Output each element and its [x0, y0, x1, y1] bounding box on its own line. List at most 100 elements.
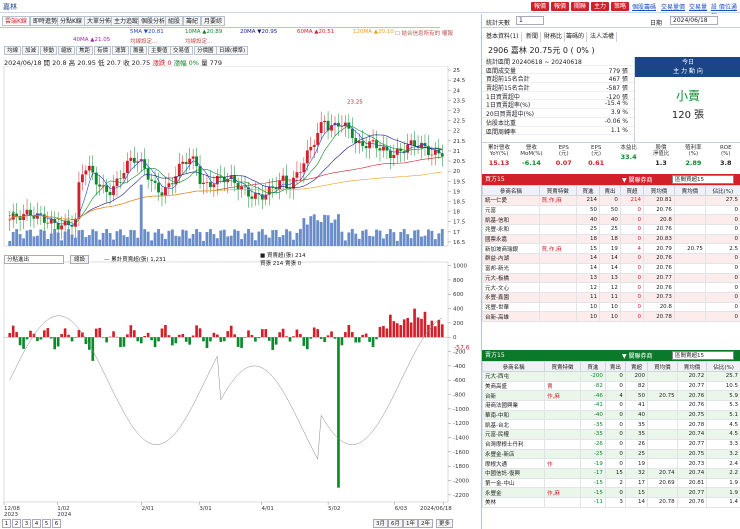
table-row[interactable]: 元富 50 50 0 20.76 0: [482, 204, 740, 216]
top-link-2[interactable]: 交易量價: [661, 2, 685, 11]
range-more[interactable]: 更多: [436, 519, 454, 528]
volume-bar: [150, 240, 154, 246]
table-row[interactable]: 統一仁愛 買,作,麻 214 0 214 20.81 27.5: [482, 195, 740, 206]
tool-zoom[interactable]: 縮放: [58, 46, 76, 55]
tab-main-force[interactable]: 主力追蹤: [111, 16, 142, 26]
column-header[interactable]: 參商名稱: [481, 361, 546, 372]
table-row[interactable]: 新加坡商瑞銀 買,作,麻 15 19 4 20.79 20.75 2.5: [482, 243, 740, 255]
table-row[interactable]: 元大-西屯 -200 0 200 20.72 25.7: [481, 371, 740, 382]
stat-days-select[interactable]: 1: [516, 16, 544, 25]
table-row[interactable]: 台灣摩根士丹利 -26 0 26 20.77 3.3: [481, 438, 740, 450]
page-4[interactable]: 4: [32, 519, 41, 528]
column-header[interactable]: 買進: [575, 185, 601, 196]
date-input[interactable]: 2024/06/18: [670, 16, 718, 25]
tool-focus[interactable]: 焦距: [76, 46, 94, 55]
tool-chip[interactable]: 籌量: [130, 46, 148, 55]
top-button-3[interactable]: 關聯: [571, 2, 590, 11]
table-row[interactable]: 港商法國興業 -41 0 41 20.76 5.3: [481, 400, 740, 411]
column-header[interactable]: 買均價: [643, 185, 675, 196]
page-2[interactable]: 2: [12, 519, 21, 528]
page-5[interactable]: 5: [42, 519, 51, 528]
tool-calc[interactable]: 運算: [112, 46, 130, 55]
tool-trade-value[interactable]: 交易值: [170, 46, 193, 55]
range-1y[interactable]: 1年: [403, 519, 418, 528]
column-header[interactable]: 賣出: [599, 185, 621, 196]
column-header[interactable]: 佔比(%): [706, 361, 740, 372]
table-row[interactable]: 永豐金 作,麻 -15 0 15 20.77 1.9: [481, 487, 740, 498]
top-button-1[interactable]: 報價: [531, 2, 550, 11]
top-link-3[interactable]: 交易量: [689, 2, 707, 11]
tab-chips[interactable]: 籌碼的: [564, 32, 588, 42]
tool-main-value[interactable]: 主要值: [148, 46, 171, 55]
table-row[interactable]: 群益-內湖 14 14 0 20.76 0: [482, 253, 740, 264]
table-cell: 0: [619, 253, 645, 264]
page-6[interactable]: 6: [52, 519, 61, 528]
table-row[interactable]: 永豐-鑫園 11 11 0 20.73 0: [482, 291, 740, 303]
tab-realtime[interactable]: 即時進勢: [30, 16, 61, 26]
table-row[interactable]: 美商高盛賣 -82 0 82 20.77 10.5: [481, 380, 740, 392]
indicator-select[interactable]: 分點進出: [4, 255, 64, 264]
column-header[interactable]: 買賣特徵: [538, 185, 577, 196]
top-button-4[interactable]: 主力: [591, 2, 610, 11]
indicator-settings-button[interactable]: 總設: [70, 255, 90, 264]
column-header[interactable]: 參商名稱: [482, 185, 540, 196]
tool-ma[interactable]: 均線: [4, 46, 22, 55]
table-row[interactable]: 摩根大通作 -19 0 19 20.73 2.4: [481, 458, 740, 469]
column-header[interactable]: 賣出: [604, 361, 626, 372]
table-row[interactable]: 凱基-台北 -35 0 35 20.78 4.5: [481, 419, 740, 431]
column-header[interactable]: 買賣特徵: [544, 361, 581, 372]
tab-basic[interactable]: 基本資料(1): [484, 32, 522, 42]
tab-notes[interactable]: 籌紀: [183, 16, 202, 26]
table-row[interactable]: 兆豐-永和 25 25 0 20.76 0: [482, 224, 740, 235]
column-header[interactable]: 賣均價: [676, 361, 708, 372]
tab-monthly[interactable]: 月要綜: [201, 16, 226, 26]
period-select[interactable]: 日線(標準): [216, 46, 249, 55]
tab-news[interactable]: 新聞: [524, 32, 542, 42]
tool-addsub[interactable]: 加減: [22, 46, 40, 55]
table-row[interactable]: 兆豐-世華 10 10 0 20.8 0: [482, 301, 740, 313]
table-row[interactable]: 國票永嘉 18 18 0 20.83 0: [482, 233, 740, 245]
top-button-2[interactable]: 報價: [551, 2, 570, 11]
table-row[interactable]: 第一金-中山 -15 2 17 20.69 20.81 1.9: [481, 477, 740, 489]
tab-group[interactable]: 組股: [165, 16, 184, 26]
buy-range-select[interactable]: 區間買超15: [672, 175, 734, 184]
page-1[interactable]: 1: [2, 519, 11, 528]
tool-price-dist[interactable]: 分價圖: [194, 46, 217, 55]
tab-stock-analysis[interactable]: 個股分析: [138, 16, 169, 26]
ma-setting-2[interactable]: 均線設定...: [185, 37, 212, 45]
table-row[interactable]: 台新-高雄 10 10 0 20.78 0: [482, 311, 740, 322]
column-header[interactable]: 賣超: [624, 361, 649, 372]
table-row[interactable]: 凱基-信和 40 40 0 20.8 0: [482, 214, 740, 226]
ma-combine-checkbox[interactable]: ☐ 結合信息所有的 權報: [395, 29, 453, 37]
table-row[interactable]: 台新 作,麻 -46 4 50 20.75 20.76 5.9: [481, 390, 740, 402]
price-chart[interactable]: 16.5 17 17.5 18 18.5 19 19.5 20 20.5 21 21.5 22 22.5…: [0, 66, 470, 516]
column-header[interactable]: 買進: [579, 361, 606, 372]
table-row[interactable]: 元富-民權 -35 0 35 20.74 4.5: [481, 429, 740, 440]
table-row[interactable]: 永豐金-新店 -25 0 25 20.75 3.2: [481, 448, 740, 460]
tab-financial[interactable]: 財務比: [542, 32, 566, 42]
column-header[interactable]: 買超: [619, 185, 645, 196]
table-row[interactable]: 元大-板橋 13 13 0 20.77 0: [482, 272, 740, 284]
column-header[interactable]: 賣均價: [673, 185, 706, 196]
range-6m[interactable]: 6月: [388, 519, 403, 528]
table-row[interactable]: 華南-中和 -40 0 40 20.75 5.1: [481, 409, 740, 421]
range-2y[interactable]: 2年: [418, 519, 433, 528]
column-header[interactable]: 買均價: [647, 361, 678, 372]
table-row[interactable]: 元大-文心 12 12 0 20.76 0: [482, 282, 740, 293]
tab-institutional[interactable]: 法人活權: [588, 32, 618, 42]
top-link-1[interactable]: 個股籌碼: [632, 2, 656, 11]
page-3[interactable]: 3: [22, 519, 31, 528]
tool-move[interactable]: 移動: [40, 46, 58, 55]
table-row[interactable]: 中國信託-復興 -17 15 32 20.74 20.74 2.2: [481, 467, 740, 479]
ma-setting-1[interactable]: 均線設定...: [130, 37, 157, 45]
range-3m[interactable]: 3月: [373, 519, 388, 528]
tab-branch-k[interactable]: 分點K線: [57, 16, 85, 26]
tab-cloud-k[interactable]: 雲端K線: [2, 16, 30, 26]
sell-range-select[interactable]: 區間賣超15: [672, 351, 734, 360]
tab-big-order[interactable]: 大單分佈: [84, 16, 115, 26]
tool-price[interactable]: 有價: [94, 46, 112, 55]
table-row[interactable]: 美林 -11 3 14 20.78 20.76 1.4: [481, 496, 740, 508]
table-row[interactable]: 富邦-新光 14 14 0 20.76 0: [482, 262, 740, 274]
top-button-5[interactable]: 策略: [611, 2, 630, 11]
column-header[interactable]: 佔比(%): [704, 185, 740, 196]
